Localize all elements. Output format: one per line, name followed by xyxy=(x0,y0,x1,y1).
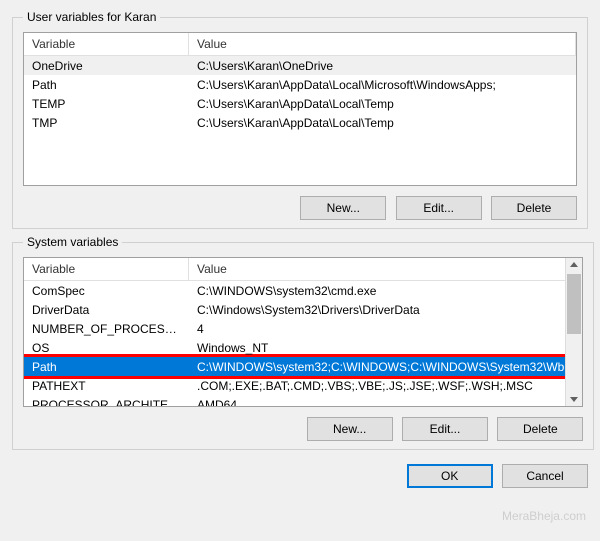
user-variables-table[interactable]: Variable Value OneDrive C:\Users\Karan\O… xyxy=(23,32,577,186)
user-delete-button[interactable]: Delete xyxy=(491,196,577,220)
column-variable[interactable]: Variable xyxy=(24,258,189,280)
column-variable[interactable]: Variable xyxy=(24,33,189,55)
system-variables-table[interactable]: Variable Value ComSpec C:\WINDOWS\system… xyxy=(23,257,583,407)
cell-value: C:\Windows\System32\Drivers\DriverData xyxy=(189,300,582,319)
table-row[interactable]: PROCESSOR_ARCHITECTURE AMD64 xyxy=(24,395,582,407)
user-variables-body: OneDrive C:\Users\Karan\OneDrive Path C:… xyxy=(24,56,576,132)
cell-value: C:\Users\Karan\OneDrive xyxy=(189,56,576,75)
cell-variable: OneDrive xyxy=(24,56,189,75)
cell-value: .COM;.EXE;.BAT;.CMD;.VBS;.VBE;.JS;.JSE;.… xyxy=(189,376,582,395)
cell-variable: PATHEXT xyxy=(24,376,189,395)
cell-variable: DriverData xyxy=(24,300,189,319)
dialog-button-row: OK Cancel xyxy=(10,464,590,488)
table-row[interactable]: TEMP C:\Users\Karan\AppData\Local\Temp xyxy=(24,94,576,113)
system-variables-body: ComSpec C:\WINDOWS\system32\cmd.exe Driv… xyxy=(24,281,582,407)
table-row[interactable]: NUMBER_OF_PROCESSORS 4 xyxy=(24,319,582,338)
table-header: Variable Value xyxy=(24,33,576,56)
ok-button[interactable]: OK xyxy=(407,464,493,488)
cell-variable: NUMBER_OF_PROCESSORS xyxy=(24,319,189,338)
system-variables-group: System variables Variable Value ComSpec … xyxy=(12,235,594,450)
cell-variable: Path xyxy=(24,357,189,376)
system-button-row: New... Edit... Delete xyxy=(23,417,583,441)
table-header: Variable Value xyxy=(24,258,582,281)
cell-variable: Path xyxy=(24,75,189,94)
system-edit-button[interactable]: Edit... xyxy=(402,417,488,441)
watermark-text: MeraBheja.com xyxy=(502,509,586,523)
scroll-thumb[interactable] xyxy=(567,274,581,334)
cell-value: C:\WINDOWS\system32;C:\WINDOWS;C:\WINDOW… xyxy=(189,357,582,376)
cell-value: C:\Users\Karan\AppData\Local\Temp xyxy=(189,113,576,132)
user-edit-button[interactable]: Edit... xyxy=(396,196,482,220)
system-new-button[interactable]: New... xyxy=(307,417,393,441)
cell-value: AMD64 xyxy=(189,395,582,407)
table-row[interactable]: OS Windows_NT xyxy=(24,338,582,357)
table-row[interactable]: TMP C:\Users\Karan\AppData\Local\Temp xyxy=(24,113,576,132)
table-row[interactable]: Path C:\Users\Karan\AppData\Local\Micros… xyxy=(24,75,576,94)
system-variables-legend: System variables xyxy=(23,235,122,249)
cell-variable: OS xyxy=(24,338,189,357)
cell-variable: TEMP xyxy=(24,94,189,113)
cell-value: 4 xyxy=(189,319,582,338)
table-row[interactable]: OneDrive C:\Users\Karan\OneDrive xyxy=(24,56,576,75)
system-scrollbar[interactable] xyxy=(565,258,582,406)
cell-value: C:\Users\Karan\AppData\Local\Temp xyxy=(189,94,576,113)
system-delete-button[interactable]: Delete xyxy=(497,417,583,441)
cell-value: C:\WINDOWS\system32\cmd.exe xyxy=(189,281,582,300)
cell-variable: TMP xyxy=(24,113,189,132)
user-new-button[interactable]: New... xyxy=(300,196,386,220)
column-value[interactable]: Value xyxy=(189,258,582,280)
cell-value: C:\Users\Karan\AppData\Local\Microsoft\W… xyxy=(189,75,576,94)
table-row[interactable]: PATHEXT .COM;.EXE;.BAT;.CMD;.VBS;.VBE;.J… xyxy=(24,376,582,395)
cell-variable: PROCESSOR_ARCHITECTURE xyxy=(24,395,189,407)
table-row[interactable]: DriverData C:\Windows\System32\Drivers\D… xyxy=(24,300,582,319)
user-variables-legend: User variables for Karan xyxy=(23,10,160,24)
user-variables-group: User variables for Karan Variable Value … xyxy=(12,10,588,229)
table-row[interactable]: ComSpec C:\WINDOWS\system32\cmd.exe xyxy=(24,281,582,300)
user-button-row: New... Edit... Delete xyxy=(23,196,577,220)
column-value[interactable]: Value xyxy=(189,33,576,55)
cell-variable: ComSpec xyxy=(24,281,189,300)
cancel-button[interactable]: Cancel xyxy=(502,464,588,488)
cell-value: Windows_NT xyxy=(189,338,582,357)
table-row[interactable]: Path C:\WINDOWS\system32;C:\WINDOWS;C:\W… xyxy=(24,357,582,376)
